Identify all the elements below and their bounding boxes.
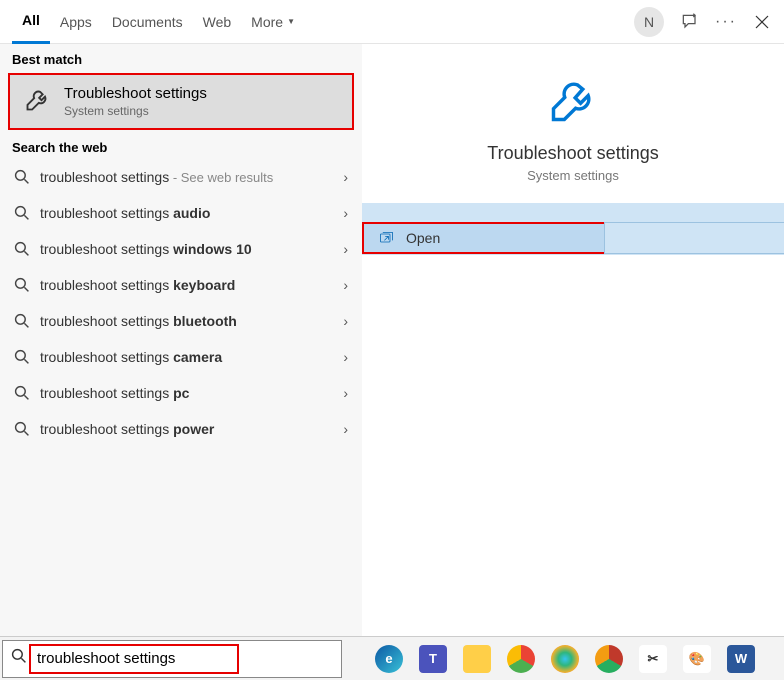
search-icon <box>14 277 30 293</box>
open-icon <box>378 230 394 246</box>
taskbar-app-snip[interactable]: ✂ <box>634 640 672 678</box>
search-icon <box>14 313 30 329</box>
results-panel: Best match Troubleshoot settings System … <box>0 44 362 636</box>
web-result[interactable]: troubleshoot settings power › <box>0 411 362 447</box>
web-result-text: troubleshoot settings pc <box>40 385 335 401</box>
web-result-text: troubleshoot settings camera <box>40 349 335 365</box>
chevron-right-icon: › <box>343 385 348 401</box>
web-result-text: troubleshoot settings - See web results <box>40 169 335 185</box>
web-result[interactable]: troubleshoot settings camera › <box>0 339 362 375</box>
preview-subtitle: System settings <box>382 168 764 183</box>
web-result[interactable]: troubleshoot settings pc › <box>0 375 362 411</box>
wrench-icon <box>24 85 52 118</box>
user-avatar[interactable]: N <box>634 7 664 37</box>
preview-title: Troubleshoot settings <box>382 143 764 164</box>
search-box[interactable] <box>2 640 342 678</box>
section-best-match: Best match <box>0 44 362 71</box>
search-icon <box>14 205 30 221</box>
tab-web[interactable]: Web <box>193 0 242 44</box>
chevron-right-icon: › <box>343 241 348 257</box>
chevron-right-icon: › <box>343 205 348 221</box>
web-result-text: troubleshoot settings audio <box>40 205 335 221</box>
best-match-result[interactable]: Troubleshoot settings System settings <box>8 73 354 130</box>
tab-apps[interactable]: Apps <box>50 0 102 44</box>
tab-all[interactable]: All <box>12 0 50 44</box>
search-icon <box>14 241 30 257</box>
best-match-title: Troubleshoot settings <box>64 85 207 102</box>
tab-documents[interactable]: Documents <box>102 0 193 44</box>
chevron-right-icon: › <box>343 421 348 437</box>
search-icon <box>14 421 30 437</box>
web-result-text: troubleshoot settings bluetooth <box>40 313 335 329</box>
top-tabs: All Apps Documents Web More▼ N ··· <box>0 0 784 44</box>
search-icon <box>11 648 29 669</box>
taskbar-app-paint[interactable]: 🎨 <box>678 640 716 678</box>
open-row-extension <box>604 222 784 254</box>
web-result-text: troubleshoot settings windows 10 <box>40 241 335 257</box>
web-result-text: troubleshoot settings power <box>40 421 335 437</box>
chevron-right-icon: › <box>343 313 348 329</box>
taskbar-app-file-explorer[interactable] <box>458 640 496 678</box>
taskbar-app-slack[interactable] <box>546 640 584 678</box>
taskbar-app-chrome[interactable] <box>502 640 540 678</box>
taskbar-app-word[interactable]: W <box>722 640 760 678</box>
web-result[interactable]: troubleshoot settings audio › <box>0 195 362 231</box>
search-icon <box>14 385 30 401</box>
search-input[interactable] <box>37 641 341 677</box>
search-icon <box>14 349 30 365</box>
taskbar-app-edge[interactable]: e <box>370 640 408 678</box>
chevron-right-icon: › <box>343 277 348 293</box>
chevron-right-icon: › <box>343 169 348 185</box>
taskbar-app-teams[interactable]: T <box>414 640 452 678</box>
section-search-web: Search the web <box>0 132 362 159</box>
open-action[interactable]: Open <box>362 222 784 254</box>
web-result[interactable]: troubleshoot settings windows 10 › <box>0 231 362 267</box>
chevron-down-icon: ▼ <box>287 17 295 26</box>
taskbar-app-chrome-canary[interactable] <box>590 640 628 678</box>
open-label: Open <box>406 230 440 246</box>
chevron-right-icon: › <box>343 349 348 365</box>
preview-panel: Troubleshoot settings System settings Op… <box>362 44 784 636</box>
close-button[interactable] <box>752 12 772 32</box>
wrench-large-icon <box>547 113 599 130</box>
taskbar: eT ✂🎨W <box>0 636 784 680</box>
web-result[interactable]: troubleshoot settings bluetooth › <box>0 303 362 339</box>
best-match-subtitle: System settings <box>64 104 207 118</box>
feedback-icon[interactable] <box>680 12 700 32</box>
web-result-text: troubleshoot settings keyboard <box>40 277 335 293</box>
web-result[interactable]: troubleshoot settings keyboard › <box>0 267 362 303</box>
tab-more[interactable]: More▼ <box>241 0 305 44</box>
search-icon <box>14 169 30 185</box>
web-result[interactable]: troubleshoot settings - See web results … <box>0 159 362 195</box>
more-options-icon[interactable]: ··· <box>716 12 736 32</box>
